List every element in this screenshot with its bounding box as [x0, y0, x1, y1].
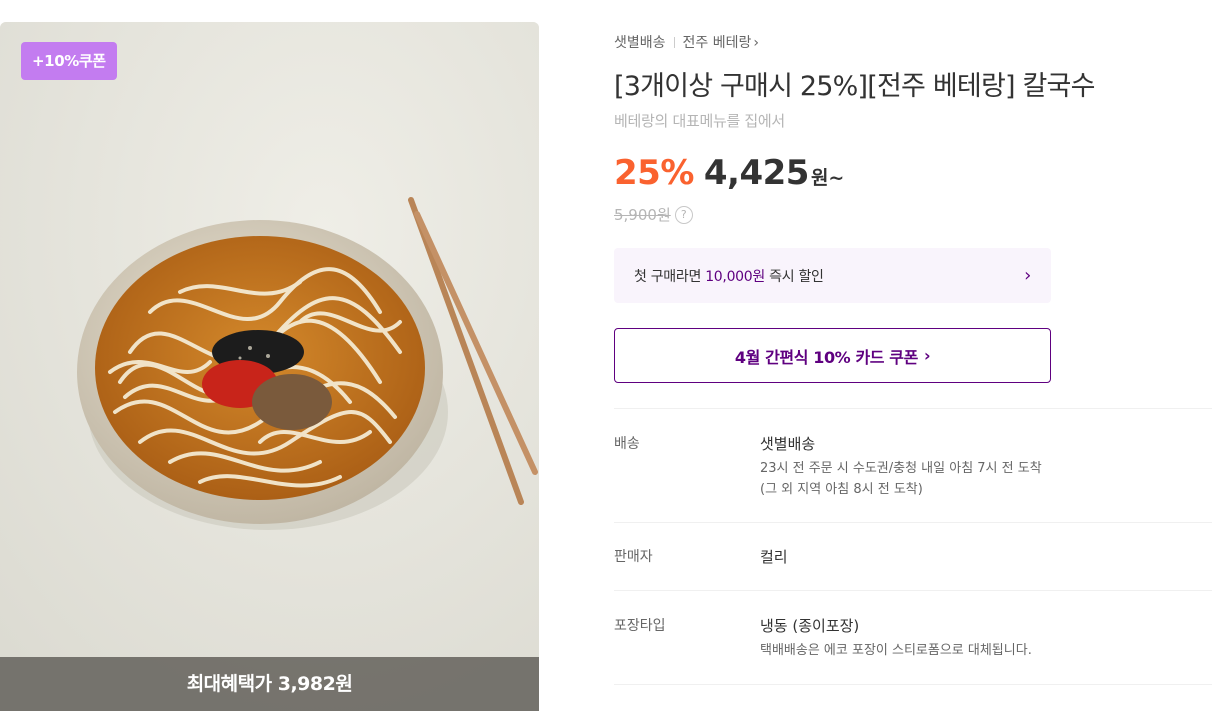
- delivery-value: 샛별배송: [760, 435, 816, 453]
- divider: [614, 408, 1212, 409]
- first-purchase-banner[interactable]: 첫 구매라면 10,000원 즉시 할인 ›: [614, 248, 1051, 303]
- packaging-value: 냉동 (종이포장): [760, 617, 860, 635]
- product-title: [3개이상 구매시 25%][전주 베테랑] 칼국수: [614, 71, 1095, 102]
- breadcrumb: 샛별배송 전주 베테랑 ›: [614, 32, 759, 52]
- original-price: 5,900원: [614, 206, 671, 224]
- question-icon[interactable]: ?: [674, 205, 693, 224]
- packaging-label: 포장타입: [614, 618, 666, 634]
- delivery-label: 배송: [614, 436, 640, 452]
- first-purchase-suffix: 즉시 할인: [764, 268, 824, 285]
- discount-rate: 25%: [614, 153, 694, 193]
- card-coupon-label: 4월 간편식 10% 카드 쿠폰: [734, 347, 918, 367]
- brand-link[interactable]: 전주 베테랑: [683, 35, 752, 51]
- chevron-right-icon[interactable]: ›: [753, 35, 759, 51]
- packaging-desc: 택배배송은 에코 포장이 스티로폼으로 대체됩니다.: [760, 643, 1032, 658]
- coupon-badge: +10%쿠폰: [21, 42, 117, 80]
- product-info: 샛별배송 전주 베테랑 › [3개이상 구매시 25%][전주 베테랑] 칼국수 베…: [614, 0, 1212, 711]
- delivery-desc-1: 23시 전 주문 시 수도권/충청 내일 아침 7시 전 도착: [760, 461, 1042, 476]
- chevron-right-icon: ›: [923, 346, 931, 365]
- divider: [614, 684, 1212, 685]
- first-purchase-text: 첫 구매라면 10,000원 즉시 할인: [634, 266, 824, 286]
- seller-value: 컬리: [760, 548, 788, 566]
- chevron-right-icon: ›: [1024, 265, 1031, 286]
- original-price-row: 5,900원 ?: [614, 204, 693, 225]
- sale-price: 4,425: [703, 153, 810, 193]
- max-benefit-price: 최대혜택가 3,982원: [0, 657, 539, 711]
- first-purchase-prefix: 첫 구매라면: [634, 268, 706, 285]
- breadcrumb-divider: [673, 37, 675, 48]
- first-purchase-amount: 10,000원: [705, 268, 765, 285]
- divider: [614, 590, 1212, 591]
- product-image: [0, 22, 539, 711]
- card-coupon-button[interactable]: 4월 간편식 10% 카드 쿠폰 ›: [614, 328, 1051, 383]
- product-subtitle: 베테랑의 대표메뉴를 집에서: [614, 112, 785, 130]
- product-image-container: +10%쿠폰 최대혜택가 3,982원: [0, 22, 539, 711]
- divider: [614, 522, 1212, 523]
- delivery-desc-2: (그 외 지역 아침 8시 전 도착): [760, 482, 923, 497]
- seller-label: 판매자: [614, 549, 653, 565]
- price-unit: 원~: [810, 167, 845, 189]
- delivery-type-tag: 샛별배송: [614, 35, 666, 51]
- price-row: 25% 4,425 원~: [614, 153, 844, 193]
